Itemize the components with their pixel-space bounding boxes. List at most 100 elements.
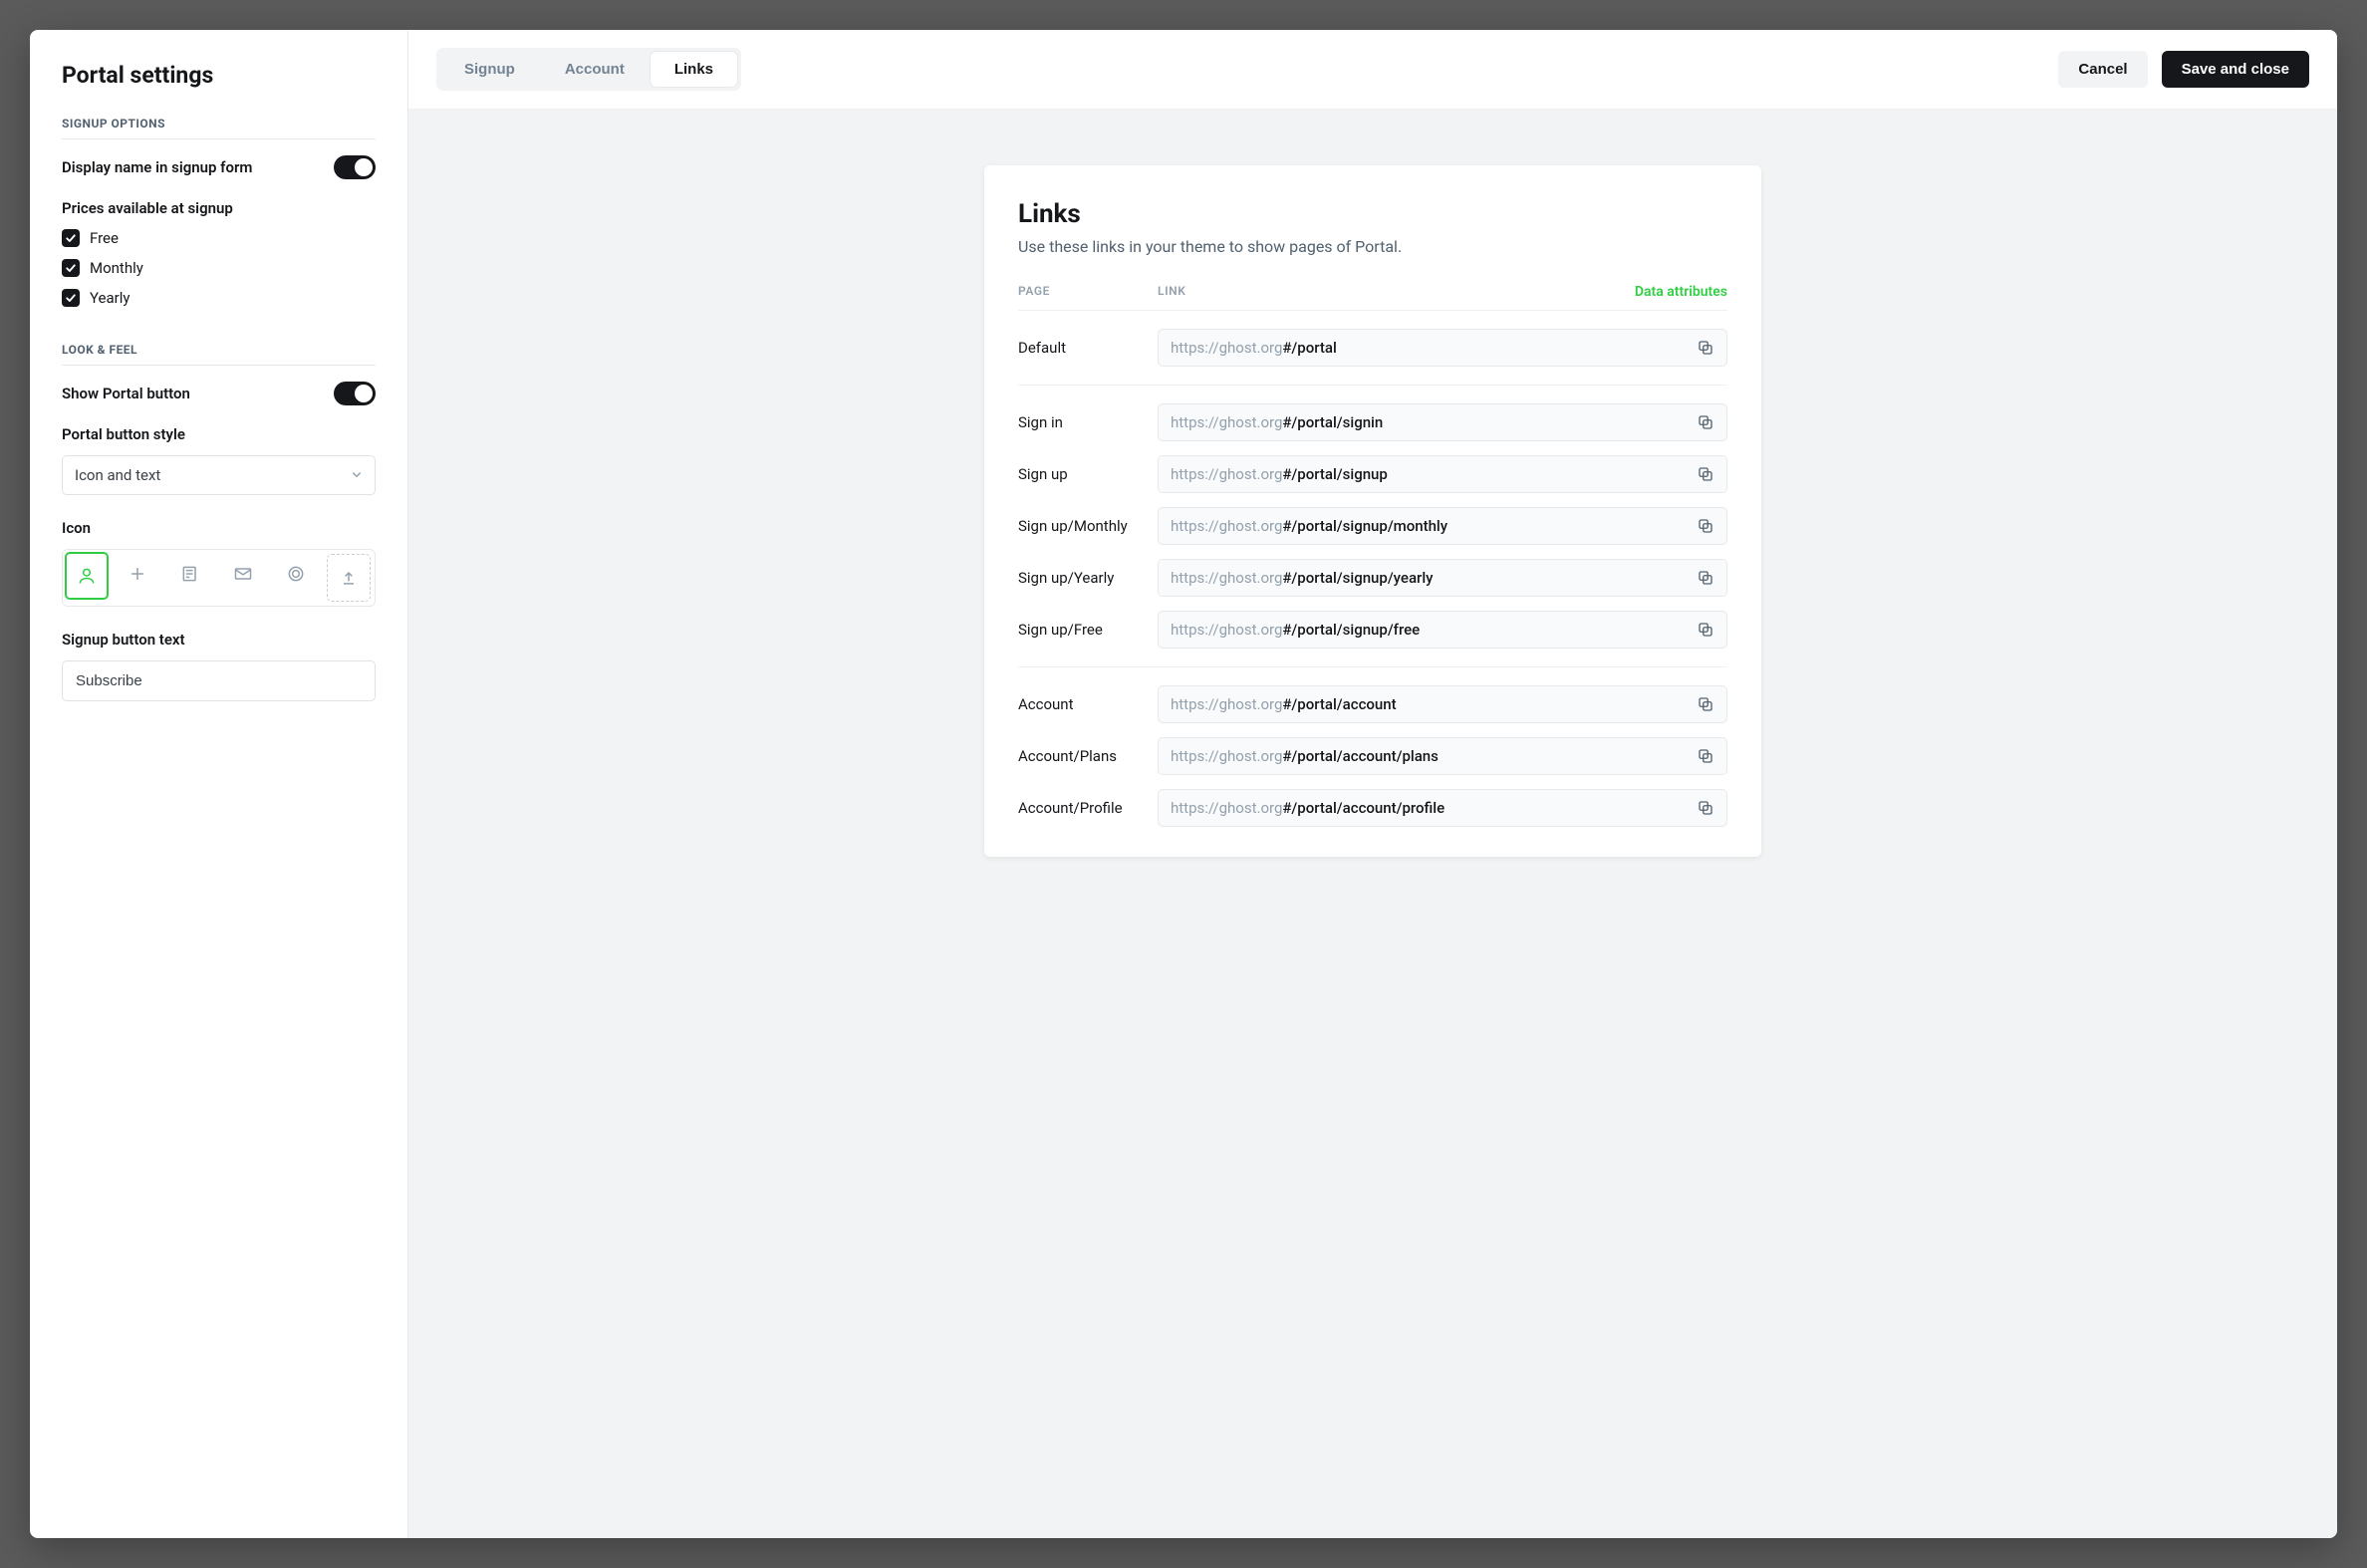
link-page-name: Sign up/Yearly bbox=[1018, 569, 1158, 587]
show-portal-button-toggle[interactable] bbox=[334, 382, 376, 405]
section-signup-options: SIGNUP OPTIONS bbox=[62, 117, 376, 139]
copy-icon[interactable] bbox=[1697, 799, 1714, 817]
tab-group: Signup Account Links bbox=[436, 48, 741, 91]
signup-text-label: Signup button text bbox=[62, 631, 376, 649]
sidebar-title: Portal settings bbox=[62, 62, 376, 89]
copy-icon[interactable] bbox=[1697, 695, 1714, 713]
link-page-name: Sign up bbox=[1018, 465, 1158, 483]
icon-picker bbox=[62, 549, 376, 607]
link-row: Account https://ghost.org#/portal/account bbox=[1018, 685, 1727, 723]
person-icon bbox=[77, 566, 97, 586]
link-page-name: Sign up/Monthly bbox=[1018, 517, 1158, 535]
link-url-box[interactable]: https://ghost.org#/portal bbox=[1158, 329, 1727, 367]
link-url-text: https://ghost.org#/portal bbox=[1171, 339, 1337, 357]
icon-option-plus[interactable] bbox=[111, 550, 163, 598]
link-url-text: https://ghost.org#/portal/account/plans bbox=[1171, 747, 1439, 765]
link-section: Default https://ghost.org#/portal bbox=[1018, 310, 1727, 385]
link-page-name: Default bbox=[1018, 339, 1158, 357]
link-domain: https://ghost.org bbox=[1171, 517, 1282, 535]
portal-settings-modal: Portal settings SIGNUP OPTIONS Display n… bbox=[30, 30, 2337, 1538]
link-url-box[interactable]: https://ghost.org#/portal/signin bbox=[1158, 403, 1727, 441]
copy-icon[interactable] bbox=[1697, 747, 1714, 765]
link-page-name: Sign in bbox=[1018, 413, 1158, 431]
button-style-value: Icon and text bbox=[75, 466, 160, 484]
link-row: Sign up/Freehttps://ghost.org#/portal/si… bbox=[1018, 611, 1727, 649]
link-url-box[interactable]: https://ghost.org#/portal/account bbox=[1158, 685, 1727, 723]
signup-text-input[interactable] bbox=[62, 660, 376, 701]
section-look-feel: LOOK & FEEL bbox=[62, 343, 376, 366]
target-icon bbox=[286, 564, 306, 584]
checkbox-icon bbox=[62, 229, 80, 247]
link-row: Sign up/Yearlyhttps://ghost.org#/portal/… bbox=[1018, 559, 1727, 597]
price-label: Monthly bbox=[90, 259, 143, 277]
link-url-text: https://ghost.org#/portal/signup/monthly bbox=[1171, 517, 1447, 535]
tab-links[interactable]: Links bbox=[651, 52, 737, 87]
link-domain: https://ghost.org bbox=[1171, 413, 1282, 431]
button-style-select[interactable]: Icon and text bbox=[62, 455, 376, 495]
link-domain: https://ghost.org bbox=[1171, 569, 1282, 587]
link-url-box[interactable]: https://ghost.org#/portal/signup/free bbox=[1158, 611, 1727, 649]
icon-label: Icon bbox=[62, 519, 376, 537]
links-description: Use these links in your theme to show pa… bbox=[1018, 237, 1727, 256]
display-name-toggle[interactable] bbox=[334, 155, 376, 179]
link-url-text: https://ghost.org#/portal/signin bbox=[1171, 413, 1383, 431]
link-domain: https://ghost.org bbox=[1171, 339, 1282, 357]
link-page-name: Account bbox=[1018, 695, 1158, 713]
link-url-text: https://ghost.org#/portal/account bbox=[1171, 695, 1397, 713]
links-card: Links Use these links in your theme to s… bbox=[984, 165, 1761, 857]
link-url-text: https://ghost.org#/portal/account/profil… bbox=[1171, 799, 1445, 817]
copy-icon[interactable] bbox=[1697, 465, 1714, 483]
link-domain: https://ghost.org bbox=[1171, 465, 1282, 483]
copy-icon[interactable] bbox=[1697, 517, 1714, 535]
link-path: #/portal/signup bbox=[1282, 465, 1387, 483]
icon-option-person[interactable] bbox=[65, 552, 109, 600]
tab-account[interactable]: Account bbox=[541, 52, 649, 87]
link-page-name: Account/Plans bbox=[1018, 747, 1158, 765]
save-button[interactable]: Save and close bbox=[2162, 51, 2309, 88]
copy-icon[interactable] bbox=[1697, 339, 1714, 357]
link-url-box[interactable]: https://ghost.org#/portal/account/plans bbox=[1158, 737, 1727, 775]
links-title: Links bbox=[1018, 199, 1727, 229]
button-style-label: Portal button style bbox=[62, 425, 376, 443]
link-path: #/portal/account/plans bbox=[1282, 747, 1438, 765]
mail-icon bbox=[233, 564, 253, 584]
price-option-monthly[interactable]: Monthly bbox=[62, 259, 376, 277]
price-option-yearly[interactable]: Yearly bbox=[62, 289, 376, 307]
icon-option-target[interactable] bbox=[270, 550, 323, 598]
link-url-box[interactable]: https://ghost.org#/portal/account/profil… bbox=[1158, 789, 1727, 827]
link-domain: https://ghost.org bbox=[1171, 799, 1282, 817]
link-domain: https://ghost.org bbox=[1171, 695, 1282, 713]
content-area: Links Use these links in your theme to s… bbox=[408, 110, 2337, 1538]
link-row: Sign up https://ghost.org#/portal/signup bbox=[1018, 455, 1727, 493]
prices-label: Prices available at signup bbox=[62, 199, 376, 217]
link-row: Account/Plans https://ghost.org#/portal/a… bbox=[1018, 737, 1727, 775]
plus-icon bbox=[128, 564, 147, 584]
link-url-text: https://ghost.org#/portal/signup/free bbox=[1171, 621, 1420, 639]
icon-option-news[interactable] bbox=[163, 550, 216, 598]
cancel-button[interactable]: Cancel bbox=[2058, 51, 2147, 88]
tab-signup[interactable]: Signup bbox=[440, 52, 539, 87]
show-portal-button-label: Show Portal button bbox=[62, 385, 190, 402]
price-option-free[interactable]: Free bbox=[62, 229, 376, 247]
price-label: Free bbox=[90, 229, 119, 247]
checkbox-icon bbox=[62, 289, 80, 307]
link-path: #/portal/signup/monthly bbox=[1282, 517, 1447, 535]
icon-option-mail[interactable] bbox=[217, 550, 270, 598]
link-row: Sign up/Monthly https://ghost.org#/portal… bbox=[1018, 507, 1727, 545]
data-attributes-link[interactable]: Data attributes bbox=[1635, 284, 1727, 300]
copy-icon[interactable] bbox=[1697, 621, 1714, 639]
link-section: Accounthttps://ghost.org#/portal/account… bbox=[1018, 666, 1727, 827]
display-name-row: Display name in signup form bbox=[62, 155, 376, 179]
link-url-box[interactable]: https://ghost.org#/portal/signup/yearly bbox=[1158, 559, 1727, 597]
newspaper-icon bbox=[180, 564, 200, 584]
icon-option-upload[interactable] bbox=[327, 554, 371, 602]
link-url-text: https://ghost.org#/portal/signup bbox=[1171, 465, 1388, 483]
copy-icon[interactable] bbox=[1697, 569, 1714, 587]
copy-icon[interactable] bbox=[1697, 413, 1714, 431]
link-url-box[interactable]: https://ghost.org#/portal/signup bbox=[1158, 455, 1727, 493]
link-row: Sign in https://ghost.org#/portal/signin bbox=[1018, 403, 1727, 441]
settings-sidebar: Portal settings SIGNUP OPTIONS Display n… bbox=[30, 30, 408, 1538]
link-url-box[interactable]: https://ghost.org#/portal/signup/monthly bbox=[1158, 507, 1727, 545]
upload-icon bbox=[339, 568, 359, 588]
link-row: Default https://ghost.org#/portal bbox=[1018, 329, 1727, 367]
